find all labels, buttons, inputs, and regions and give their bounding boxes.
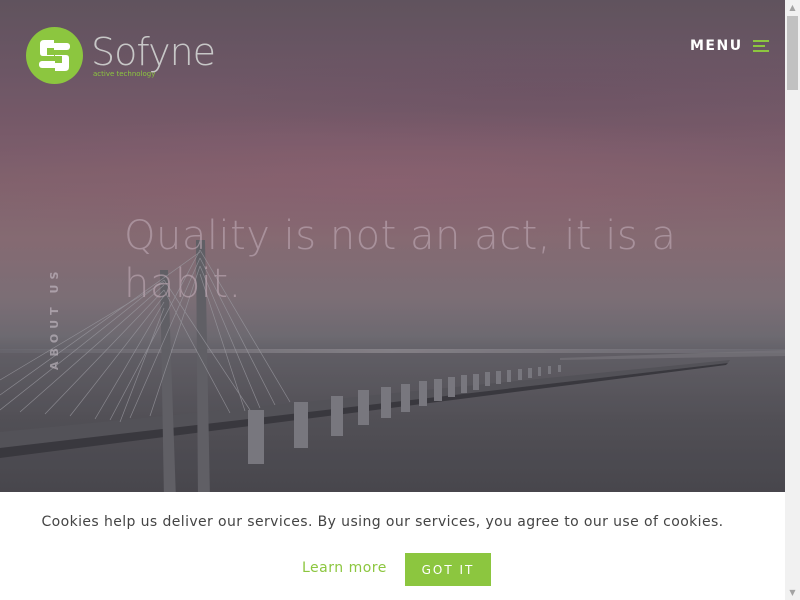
menu-label: MENU [690, 38, 743, 54]
cookie-banner: Cookies help us deliver our services. By… [0, 492, 785, 600]
got-it-button[interactable]: GOT IT [405, 553, 491, 586]
brand-logo[interactable]: Sofyne active technology [26, 25, 226, 85]
brand-tagline: active technology [93, 70, 156, 78]
logo-mark-icon [26, 26, 83, 84]
menu-button[interactable]: MENU [690, 38, 769, 54]
arrow-up-icon[interactable]: ▲ [785, 0, 800, 15]
arrow-down-icon[interactable]: ▼ [785, 585, 800, 600]
page-scrollbar[interactable]: ▲ ▼ [785, 0, 800, 600]
scrollbar-thumb[interactable] [787, 16, 798, 90]
about-us-side-label[interactable]: ABOUT US [48, 267, 61, 370]
learn-more-link[interactable]: Learn more [302, 560, 387, 576]
hamburger-icon [752, 40, 769, 52]
brand-name: Sofyne [91, 30, 216, 74]
hero-headline: Quality is not an act, it is a habit. [124, 213, 677, 307]
cookie-message: Cookies help us deliver our services. By… [41, 514, 724, 530]
